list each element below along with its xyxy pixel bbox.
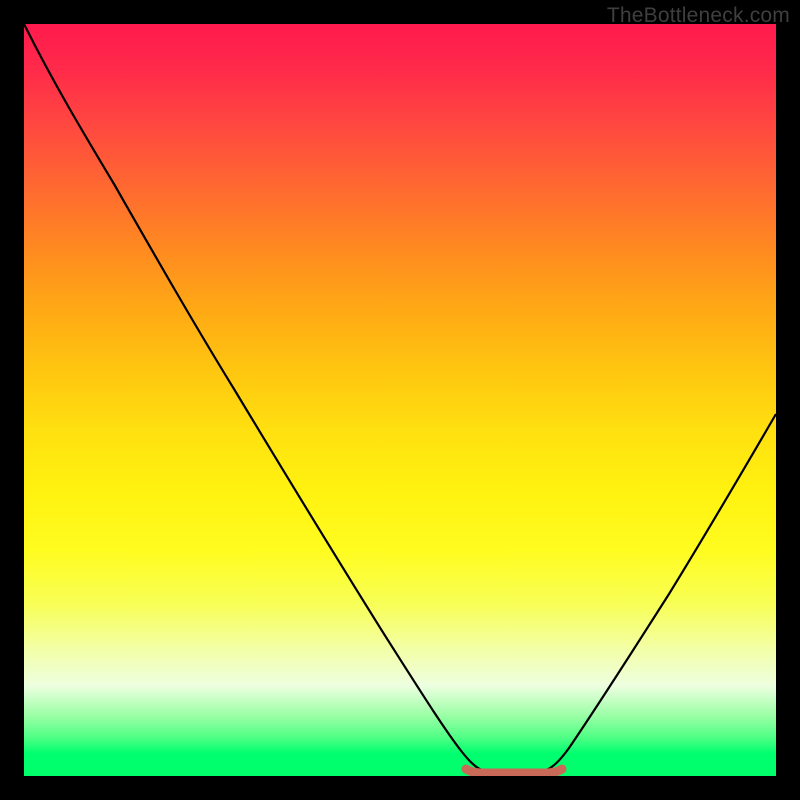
bottleneck-curve [24,24,776,770]
watermark-text: TheBottleneck.com [607,4,790,28]
plot-area [24,24,776,776]
chart-frame: TheBottleneck.com [0,0,800,800]
optimal-range-marker [466,769,562,773]
curve-layer [24,24,776,776]
